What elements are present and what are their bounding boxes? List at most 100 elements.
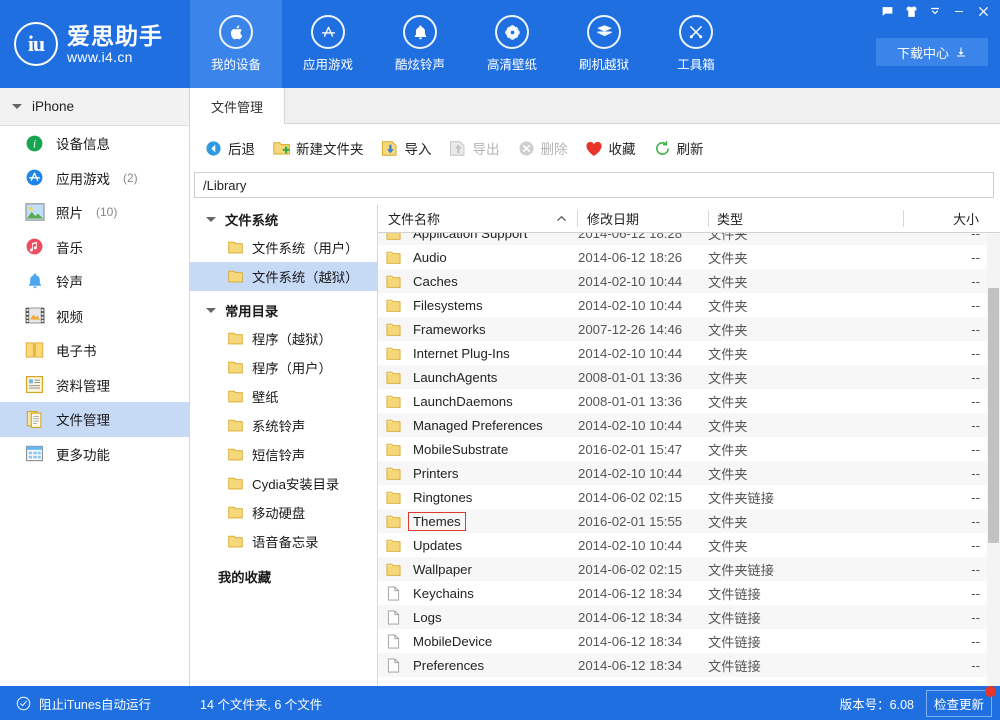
path-bar[interactable]: /Library	[194, 172, 994, 198]
nav-item-apps-games[interactable]: 应用游戏	[282, 0, 374, 88]
tab-file-management[interactable]: 文件管理	[190, 88, 285, 124]
favorite-button[interactable]: 收藏	[585, 138, 636, 158]
sidebar-item-more-features[interactable]: 更多功能	[0, 437, 189, 472]
more-icon	[24, 443, 45, 464]
file-name: MobileDevice	[408, 632, 497, 651]
sidebar-item-label: 照片	[56, 202, 83, 222]
list-scrollbar-thumb[interactable]	[988, 288, 999, 543]
nav-item-toolbox[interactable]: 工具箱	[650, 0, 742, 88]
tree-item-cydia-dir[interactable]: Cydia安装目录	[190, 469, 377, 498]
device-selector[interactable]: iPhone	[0, 88, 189, 126]
toolbar-label: 新建文件夹	[296, 138, 364, 158]
sidebar-item-photos[interactable]: 照片 (10)	[0, 195, 189, 230]
sidebar-item-ebooks[interactable]: 电子书	[0, 333, 189, 368]
tree-item-system-ringtones[interactable]: 系统铃声	[190, 411, 377, 440]
block-itunes-toggle[interactable]: 阻止iTunes自动运行	[0, 686, 190, 720]
data-icon	[24, 374, 45, 395]
column-header-date[interactable]: 修改日期	[587, 205, 707, 232]
table-row[interactable]: LaunchDaemons2008-01-01 13:36文件夹--	[378, 389, 1000, 413]
import-button[interactable]: 导入	[381, 138, 432, 158]
sidebar-item-device-info[interactable]: i 设备信息	[0, 126, 189, 161]
cell-name: Keychains	[378, 584, 578, 603]
cell-date: 2014-06-12 18:34	[578, 634, 708, 649]
music-icon	[24, 236, 45, 257]
tree-item-voice-memos[interactable]: 语音备忘录	[190, 527, 377, 556]
sidebar-item-label: 视频	[56, 306, 83, 326]
table-row[interactable]: Ringtones2014-06-02 02:15文件夹链接--	[378, 485, 1000, 509]
file-name: Caches	[408, 272, 463, 291]
table-row[interactable]: Wallpaper2014-06-02 02:15文件夹链接--	[378, 557, 1000, 581]
table-row[interactable]: Themes2016-02-01 15:55文件夹--	[378, 509, 1000, 533]
tree-item-removable-disk[interactable]: 移动硬盘	[190, 498, 377, 527]
table-row[interactable]: MobileSubstrate2016-02-01 15:47文件夹--	[378, 437, 1000, 461]
nav-item-flash-jailbreak[interactable]: 刷机越狱	[558, 0, 650, 88]
close-button[interactable]	[971, 0, 995, 22]
table-row[interactable]: LaunchAgents2008-01-01 13:36文件夹--	[378, 365, 1000, 389]
skin-icon[interactable]	[899, 0, 923, 22]
cell-name: Frameworks	[378, 320, 578, 339]
cell-name: MobileDevice	[378, 632, 578, 651]
nav-item-wallpaper[interactable]: 高清壁纸	[466, 0, 558, 88]
cell-name: Managed Preferences	[378, 416, 578, 435]
table-row[interactable]: Application Support2014-06-12 18:28文件夹--	[378, 233, 1000, 245]
sidebar-item-ringtones[interactable]: 铃声	[0, 264, 189, 299]
tree-item-filesystem-jailbreak[interactable]: 文件系统（越狱）	[190, 262, 377, 291]
tree-group-favorites[interactable]: 我的收藏	[190, 562, 377, 590]
cell-date: 2016-02-01 15:47	[578, 442, 708, 457]
check-update-button[interactable]: 检查更新	[926, 690, 992, 717]
tree-group-common-dirs[interactable]: 常用目录	[190, 296, 377, 324]
cell-type: 文件链接	[708, 656, 903, 675]
new-folder-button[interactable]: 新建文件夹	[272, 138, 364, 158]
tree-item-filesystem-user[interactable]: 文件系统（用户）	[190, 233, 377, 262]
column-header-name[interactable]: 文件名称	[388, 205, 578, 232]
download-center-button[interactable]: 下载中心	[876, 38, 988, 66]
column-divider[interactable]	[577, 210, 578, 227]
table-row[interactable]: Managed Preferences2014-02-10 10:44文件夹--	[378, 413, 1000, 437]
sidebar-item-file-management[interactable]: 文件管理	[0, 402, 189, 437]
table-row[interactable]: Logs2014-06-12 18:34文件链接--	[378, 605, 1000, 629]
sidebar-item-apps-games[interactable]: 应用游戏 (2)	[0, 161, 189, 196]
tree-item-apps-user[interactable]: 程序（用户）	[190, 353, 377, 382]
sidebar-item-videos[interactable]: 视频	[0, 299, 189, 334]
table-row[interactable]: Internet Plug-Ins2014-02-10 10:44文件夹--	[378, 341, 1000, 365]
appstore-icon	[311, 15, 345, 49]
cell-date: 2014-06-12 18:34	[578, 586, 708, 601]
table-row[interactable]: Filesystems2014-02-10 10:44文件夹--	[378, 293, 1000, 317]
tree-item-label: 程序（越狱）	[252, 329, 332, 348]
chevron-down-icon[interactable]	[923, 0, 947, 22]
table-row[interactable]: Frameworks2007-12-26 14:46文件夹--	[378, 317, 1000, 341]
refresh-button[interactable]: 刷新	[653, 138, 704, 158]
table-row[interactable]: Audio2014-06-12 18:26文件夹--	[378, 245, 1000, 269]
nav-item-ringtones[interactable]: 酷炫铃声	[374, 0, 466, 88]
list-scrollbar-track[interactable]	[987, 233, 1000, 686]
cell-date: 2014-02-10 10:44	[578, 466, 708, 481]
brand-logo[interactable]: iu 爱思助手 www.i4.cn	[0, 0, 190, 88]
column-header-type[interactable]: 类型	[717, 205, 897, 232]
sidebar-item-music[interactable]: 音乐	[0, 230, 189, 265]
tree-item-sms-ringtones[interactable]: 短信铃声	[190, 440, 377, 469]
file-name: Logs	[408, 608, 447, 627]
back-button[interactable]: 后退	[204, 138, 255, 158]
file-name: LaunchAgents	[408, 368, 502, 387]
table-row[interactable]: Keychains2014-06-12 18:34文件链接--	[378, 581, 1000, 605]
cell-date: 2014-06-02 02:15	[578, 490, 708, 505]
heart-icon	[585, 139, 604, 158]
cell-date: 2014-02-10 10:44	[578, 418, 708, 433]
message-icon[interactable]	[875, 0, 899, 22]
nav-item-my-device[interactable]: 我的设备	[190, 0, 282, 88]
column-divider[interactable]	[708, 210, 709, 227]
table-row[interactable]: Preferences2014-06-12 18:34文件链接--	[378, 653, 1000, 677]
folder-icon	[386, 562, 401, 577]
cell-size: --	[903, 370, 990, 385]
table-row[interactable]: Updates2014-02-10 10:44文件夹--	[378, 533, 1000, 557]
tree-group-filesystem[interactable]: 文件系统	[190, 205, 377, 233]
tree-item-apps-jailbreak[interactable]: 程序（越狱）	[190, 324, 377, 353]
table-row[interactable]: Printers2014-02-10 10:44文件夹--	[378, 461, 1000, 485]
tree-item-wallpaper[interactable]: 壁纸	[190, 382, 377, 411]
table-row[interactable]: Caches2014-02-10 10:44文件夹--	[378, 269, 1000, 293]
column-header-size[interactable]: 大小	[903, 205, 989, 232]
export-icon	[449, 139, 468, 158]
sidebar-item-data-management[interactable]: 资料管理	[0, 368, 189, 403]
minimize-button[interactable]	[947, 0, 971, 22]
table-row[interactable]: MobileDevice2014-06-12 18:34文件链接--	[378, 629, 1000, 653]
